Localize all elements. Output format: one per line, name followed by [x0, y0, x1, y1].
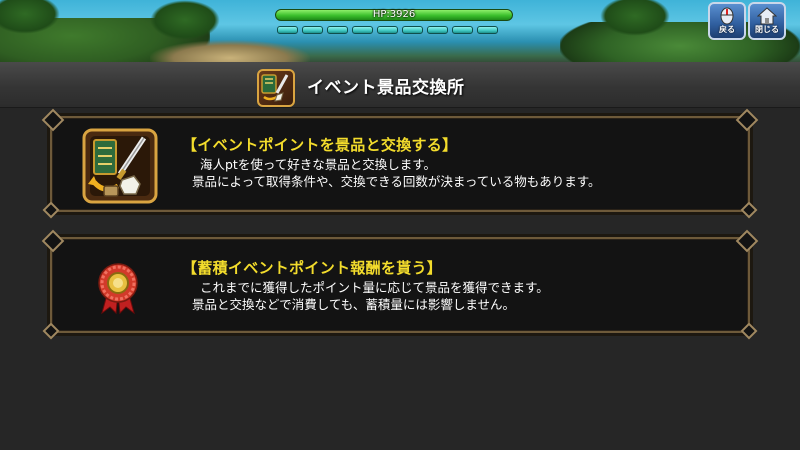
- action-gauge: [275, 26, 513, 34]
- back-icon: [720, 7, 734, 25]
- description-line: これまでに獲得したポイント量に応じて景品を獲得できます。: [200, 280, 549, 295]
- menu-item-title: 【蓄積イベントポイント報酬を貰う】: [182, 259, 443, 277]
- gauge-segment: [352, 26, 373, 34]
- palm-leaves-center: [150, 0, 220, 40]
- gauge-segment: [477, 26, 498, 34]
- back-button-label: 戻る: [719, 25, 735, 34]
- menu-item-title: 【イベントポイントを景品と交換する】: [182, 136, 458, 154]
- rosette-medal-icon: [94, 261, 142, 315]
- close-button[interactable]: 閉じる: [748, 2, 786, 40]
- palm-leaves-left: [0, 0, 60, 34]
- page-title: イベント景品交換所: [307, 78, 465, 98]
- gauge-segment: [302, 26, 323, 34]
- menu-item-exchange[interactable]: 【イベントポイントを景品と交換する】 海人ptを使って好きな景品と交換します。 …: [42, 116, 758, 219]
- gauge-segment: [427, 26, 448, 34]
- gauge-segment: [377, 26, 398, 34]
- description-line: 海人ptを使って好きな景品と交換します。: [200, 157, 436, 172]
- close-button-label: 閉じる: [755, 25, 779, 34]
- hp-value: HP:3926: [372, 9, 416, 20]
- description-line: 景品と交換などで消費しても、蓄積量には影響しません。: [192, 297, 516, 312]
- gauge-segment: [452, 26, 473, 34]
- gauge-segment: [402, 26, 423, 34]
- description-line: 景品によって取得条件や、交換できる回数が決まっている物もあります。: [192, 174, 601, 189]
- menu-item-accumulated-reward[interactable]: 【蓄積イベントポイント報酬を貰う】 これまでに獲得したポイント量に応じて景品を獲…: [42, 237, 758, 340]
- exchange-shop-icon: [82, 128, 158, 204]
- home-icon: [757, 7, 777, 25]
- palm-leaves-right: [600, 0, 670, 36]
- menu-item-description: これまでに獲得したポイント量に応じて景品を獲得できます。 景品と交換などで消費し…: [192, 279, 549, 313]
- hp-display: HP:3926: [275, 9, 513, 34]
- hp-bar: HP:3926: [275, 9, 513, 21]
- back-button[interactable]: 戻る: [708, 2, 746, 40]
- gauge-segment: [327, 26, 348, 34]
- exchange-shop-title-icon: [257, 69, 295, 107]
- menu-item-description: 海人ptを使って好きな景品と交換します。 景品によって取得条件や、交換できる回数…: [192, 156, 601, 190]
- gauge-segment: [277, 26, 298, 34]
